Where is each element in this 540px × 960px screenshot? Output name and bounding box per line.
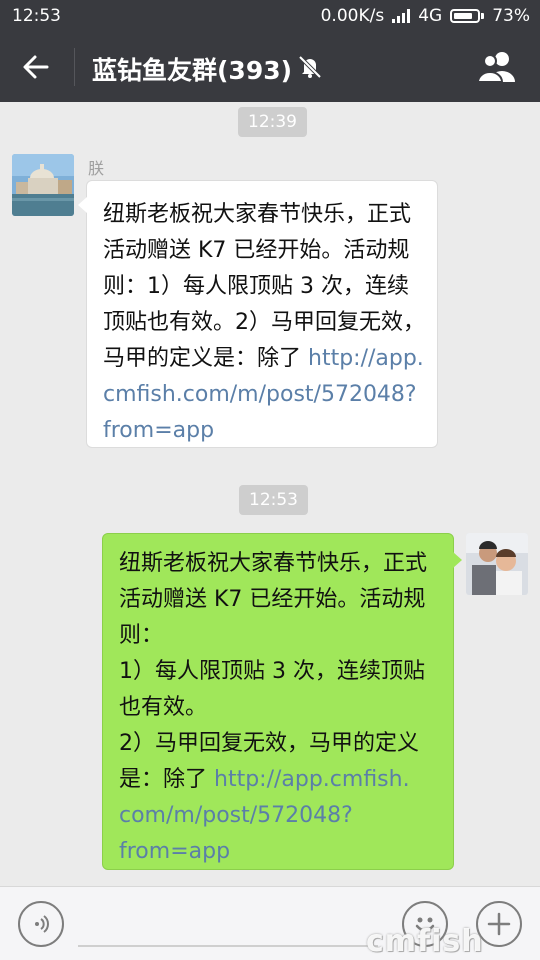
message-line: from=app [119,834,439,870]
message-text: 活动赠送 K7 已经开始。活动规 [103,238,410,263]
message-line: 则：1）每人限顶贴 3 次，连续 [103,269,423,305]
voice-input-icon [35,915,49,933]
message-link[interactable]: from=app [119,839,230,864]
watermark-logo: cmfish [366,924,484,959]
message-bubble-outgoing[interactable]: 纽斯老板祝大家春节快乐，正式 活动赠送 K7 已经开始。活动规 则： 1）每人限… [102,533,462,870]
message-line: 1）每人限顶贴 3 次，连续顶贴 [119,654,439,690]
message-line: 马甲的定义是：除了 http://app. [103,341,424,377]
message-link[interactable]: from=app [103,418,214,443]
header-divider [74,48,75,86]
message-text: 活动赠送 K7 已经开始。活动规 [119,587,426,612]
chat-header: 蓝钻鱼友群(393) [0,32,540,102]
status-time: 12:53 [12,6,61,26]
group-members-button[interactable] [470,46,526,88]
battery-percent: 73% [492,6,530,26]
network-type: 4G [418,6,443,26]
message-link[interactable]: cmfish.com/m/post/572048? [103,382,417,407]
message-input[interactable] [78,945,378,947]
message-text: 则：1）每人限顶贴 3 次，连续 [103,274,409,299]
sender-avatar[interactable] [12,154,74,216]
message-text: 也有效。 [119,695,208,720]
time-divider: 12:39 [238,107,307,137]
message-text: 顶贴也有效。2）马甲回复无效， [103,310,425,335]
arrow-left-icon [23,55,49,79]
message-line: cmfish.com/m/post/572048? [103,377,423,413]
group-members-icon [476,52,515,83]
battery-cap [481,13,485,19]
message-line: 2）马甲回复无效，马甲的定义 [119,726,439,762]
message-text: 2）马甲回复无效，马甲的定义 [119,731,419,756]
status-right: 0.00K/s 4G 73% [321,6,530,26]
bell-muted-icon [298,55,322,79]
message-text: 纽斯老板祝大家春节快乐，正式 [119,551,428,576]
my-avatar[interactable] [466,533,528,595]
avatar-venice-image [12,154,74,216]
message-line: com/m/post/572048? [119,798,439,834]
avatar-photo-image [466,533,528,595]
chat-title: 蓝钻鱼友群(393) [92,56,293,85]
status-bar: 12:53 0.00K/s 4G 73% [0,0,540,32]
message-bubble-incoming[interactable]: 纽斯老板祝大家春节快乐，正式 活动赠送 K7 已经开始。活动规 则：1）每人限顶… [78,180,438,449]
time-divider: 12:53 [239,485,308,515]
message-text: 则： [119,623,164,648]
back-button[interactable] [14,46,58,88]
signal-icon [392,9,411,23]
message-text: 是：除了 [119,767,214,792]
message-text: 马甲的定义是：除了 [103,346,308,371]
sender-name: 朕 [88,159,105,178]
message-line: 纽斯老板祝大家春节快乐，正式 [119,546,439,582]
message-link[interactable]: http://app.cmfish. [214,767,410,792]
message-line: 纽斯老板祝大家春节快乐，正式 [103,197,423,233]
message-line: 活动赠送 K7 已经开始。活动规 [119,582,439,618]
message-line: 顶贴也有效。2）马甲回复无效， [103,305,425,341]
message-line: 也有效。 [119,690,439,726]
message-text: 1）每人限顶贴 3 次，连续顶贴 [119,659,425,684]
message-line: 活动赠送 K7 已经开始。活动规 [103,233,423,269]
net-speed: 0.00K/s [320,6,385,26]
message-text: 纽斯老板祝大家春节快乐，正式 [103,202,412,227]
message-link[interactable]: com/m/post/572048? [119,803,353,828]
message-line: 是：除了 http://app.cmfish. [119,762,439,798]
message-line: 则： [119,618,439,654]
voice-input-button[interactable] [18,901,64,947]
message-line: from=app [103,413,423,449]
battery-icon [450,9,481,23]
plus-icon [487,912,511,936]
message-link[interactable]: http://app. [308,346,424,371]
